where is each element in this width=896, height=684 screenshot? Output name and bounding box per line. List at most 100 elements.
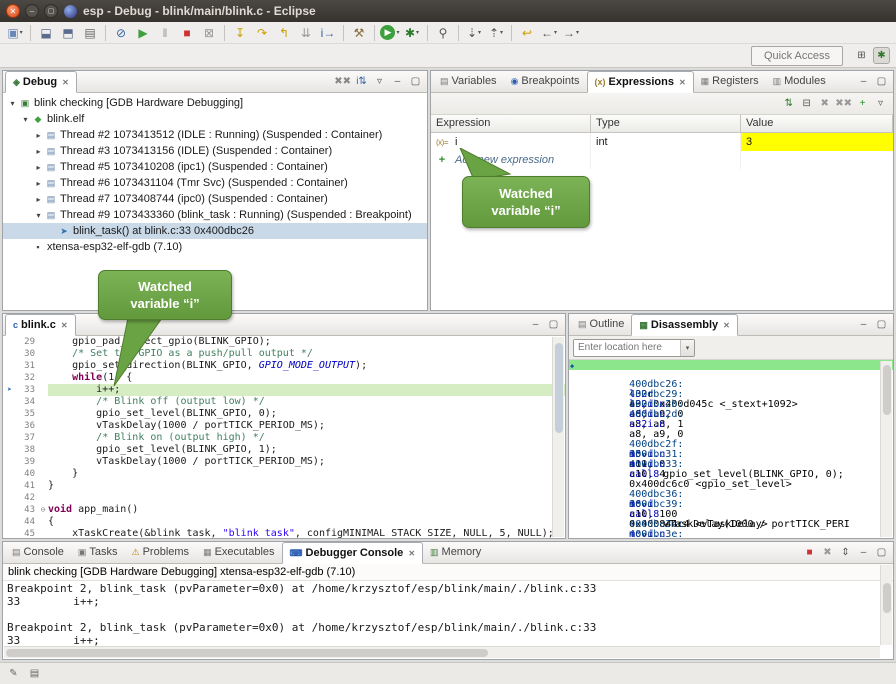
disassembly-line[interactable]: 400dbc2d: s32i.n a8, a9, 0 [569, 390, 893, 400]
disassembly-line[interactable]: 400dbc29: l32i.n a8, a9, 0 [569, 370, 893, 380]
fold-icon[interactable] [38, 360, 48, 372]
code-line[interactable]: 44 { [3, 516, 565, 528]
last-edit-location-button[interactable]: ↩ [517, 23, 537, 43]
disassembly-vertical-scrollbar[interactable] [880, 361, 892, 537]
close-icon[interactable] [679, 78, 686, 87]
code-line[interactable]: 41 } [3, 480, 565, 492]
code-line[interactable]: 36 vTaskDelay(1000 / portTICK_PERIOD_MS)… [3, 420, 565, 432]
fold-icon[interactable] [38, 456, 48, 468]
tab-modules[interactable]: ▥ Modules [766, 70, 833, 92]
view-menu-button[interactable]: ▿ [872, 95, 889, 112]
collapse-all-button[interactable]: ⊟ [798, 95, 815, 112]
fold-icon[interactable] [38, 384, 48, 396]
remove-all-terminated-button[interactable]: ✖✖ [333, 73, 352, 90]
minimize-view-button[interactable]: – [855, 73, 872, 90]
toolbar-separator[interactable] [105, 25, 106, 41]
twisty-icon[interactable]: ▸ [33, 131, 44, 140]
close-icon[interactable] [408, 549, 415, 558]
twisty-icon[interactable]: ▸ [33, 179, 44, 188]
twisty-icon[interactable]: ▾ [33, 211, 44, 220]
remove-launch-button[interactable]: ✖ [819, 544, 836, 561]
location-input[interactable] [574, 340, 680, 355]
code-line[interactable]: 32 while(1) { [3, 372, 565, 384]
code-line[interactable]: 29 gpio_pad_select_gpio(BLINK_GPIO); [3, 336, 565, 348]
skip-all-breakpoints-button[interactable]: ⊘ [111, 23, 131, 43]
window-close-button[interactable] [6, 4, 20, 18]
disassembly-line[interactable]: 400dbc2f: movi.n a11, 0 [569, 420, 893, 430]
close-icon[interactable] [61, 321, 68, 330]
remove-expression-button[interactable]: ✖ [816, 95, 833, 112]
column-header[interactable]: Value [741, 115, 893, 132]
debug-button[interactable]: ✱ [402, 23, 422, 43]
pencil-icon[interactable]: ✎ [5, 665, 22, 682]
debug-tree-item[interactable]: ▾ blink.elf [3, 111, 427, 127]
tab-breakpoints[interactable]: ◉ Breakpoints [504, 70, 587, 92]
twisty-icon[interactable]: ▸ [33, 163, 44, 172]
tab-problems[interactable]: ⚠ Problems [125, 541, 197, 563]
disassembly-line[interactable]: 36 [569, 450, 893, 460]
disassembly-line[interactable]: 35 [569, 400, 893, 410]
debug-tree-item[interactable]: ▸ Thread #7 1073408744 (ipc0) (Suspended… [3, 191, 427, 207]
close-icon[interactable] [723, 321, 730, 330]
toolbar-separator[interactable] [374, 25, 375, 41]
instruction-stepping-button[interactable]: i→ [318, 23, 338, 43]
column-header[interactable]: Expression [431, 115, 591, 132]
maximize-view-button[interactable]: ▢ [407, 73, 424, 90]
code-line[interactable]: 42 [3, 492, 565, 504]
code-line[interactable]: 37 /* Blink on (output high) */ [3, 432, 565, 444]
fold-icon[interactable] [38, 408, 48, 420]
terminate-button[interactable]: ■ [801, 544, 818, 561]
tab-console[interactable]: ▤ Console [5, 541, 71, 563]
location-combo[interactable] [573, 339, 695, 357]
toolbar-separator[interactable] [224, 25, 225, 41]
code-line[interactable]: 30 /* Set the GPIO as a push/pull output… [3, 348, 565, 360]
minimize-view-button[interactable]: – [389, 73, 406, 90]
print-button[interactable]: ▤ [80, 23, 100, 43]
disassembly-line[interactable]: 400dbc2b: addi.n a8, a8, 1 [569, 380, 893, 390]
minimize-view-button[interactable]: – [527, 316, 544, 333]
disassembly-line[interactable]: 400dbc39: call8 0x400844c4 <vTaskDelay> [569, 480, 893, 490]
debug-tree-item[interactable]: xtensa-esp32-elf-gdb (7.10) [3, 239, 427, 255]
debug-tree-item[interactable]: ▸ Thread #2 1073413512 (IDLE : Running) … [3, 127, 427, 143]
disassembly-line[interactable]: 400dbc33: call8 0x400dc6c0 <gpio_set_lev… [569, 440, 893, 450]
maximize-view-button[interactable]: ▢ [873, 73, 890, 90]
debug-tree-item[interactable]: ▾ blink checking [GDB Hardware Debugging… [3, 95, 427, 111]
fold-icon[interactable] [38, 528, 48, 539]
step-over-button[interactable]: ↷ [252, 23, 272, 43]
console-icon[interactable]: ▤ [26, 665, 43, 682]
console-vertical-scrollbar[interactable] [880, 565, 892, 645]
column-header[interactable]: Type [591, 115, 741, 132]
fold-icon[interactable] [38, 516, 48, 528]
fold-icon[interactable] [38, 468, 48, 480]
debug-tree-item[interactable]: ▾ Thread #9 1073433360 (blink_task : Run… [3, 207, 427, 223]
toolbar-separator[interactable] [427, 25, 428, 41]
step-into-button[interactable]: ↧ [230, 23, 250, 43]
tab-memory[interactable]: ▥ Memory [423, 541, 488, 563]
disassembly-line[interactable]: vTaskDelay(1000 / portTICK_PERI [569, 460, 893, 470]
editor-content[interactable]: 29 gpio_pad_select_gpio(BLINK_GPIO); 30 … [3, 336, 565, 539]
tab-blink-c[interactable]: c blink.c [5, 314, 76, 336]
maximize-view-button[interactable]: ▢ [873, 544, 890, 561]
next-annotation-button[interactable]: ⇣ [464, 23, 484, 43]
step-return-button[interactable]: ↰ [274, 23, 294, 43]
fold-icon[interactable] [38, 348, 48, 360]
fold-icon[interactable] [38, 444, 48, 456]
previous-annotation-button[interactable]: ⇡ [486, 23, 506, 43]
disconnect-button[interactable]: ⊠ [199, 23, 219, 43]
code-line[interactable]: ➤ 33 i++; [3, 384, 565, 396]
terminate-button[interactable]: ■ [177, 23, 197, 43]
disassembly-line[interactable]: 400dbc3c: movi.n a11, 1 [569, 500, 893, 510]
scrollbar-thumb[interactable] [883, 583, 891, 613]
disassembly-line[interactable]: 400dbc3e: movi.n a10, 4 [569, 510, 893, 520]
fold-icon[interactable] [38, 432, 48, 444]
console-horizontal-scrollbar[interactable] [4, 646, 880, 658]
fold-icon[interactable]: ⊖ [38, 504, 48, 516]
code-line[interactable]: 38 gpio_set_level(BLINK_GPIO, 1); [3, 444, 565, 456]
run-button[interactable]: ▶ [380, 23, 400, 43]
editor-vertical-scrollbar[interactable] [552, 337, 564, 537]
code-line[interactable]: 35 gpio_set_level(BLINK_GPIO, 0); [3, 408, 565, 420]
twisty-icon[interactable]: ▾ [20, 115, 31, 124]
debug-tree-item[interactable]: blink_task() at blink.c:33 0x400dbc26 [3, 223, 427, 239]
forward-button[interactable]: → [561, 23, 581, 43]
view-menu-button[interactable]: ▿ [371, 73, 388, 90]
